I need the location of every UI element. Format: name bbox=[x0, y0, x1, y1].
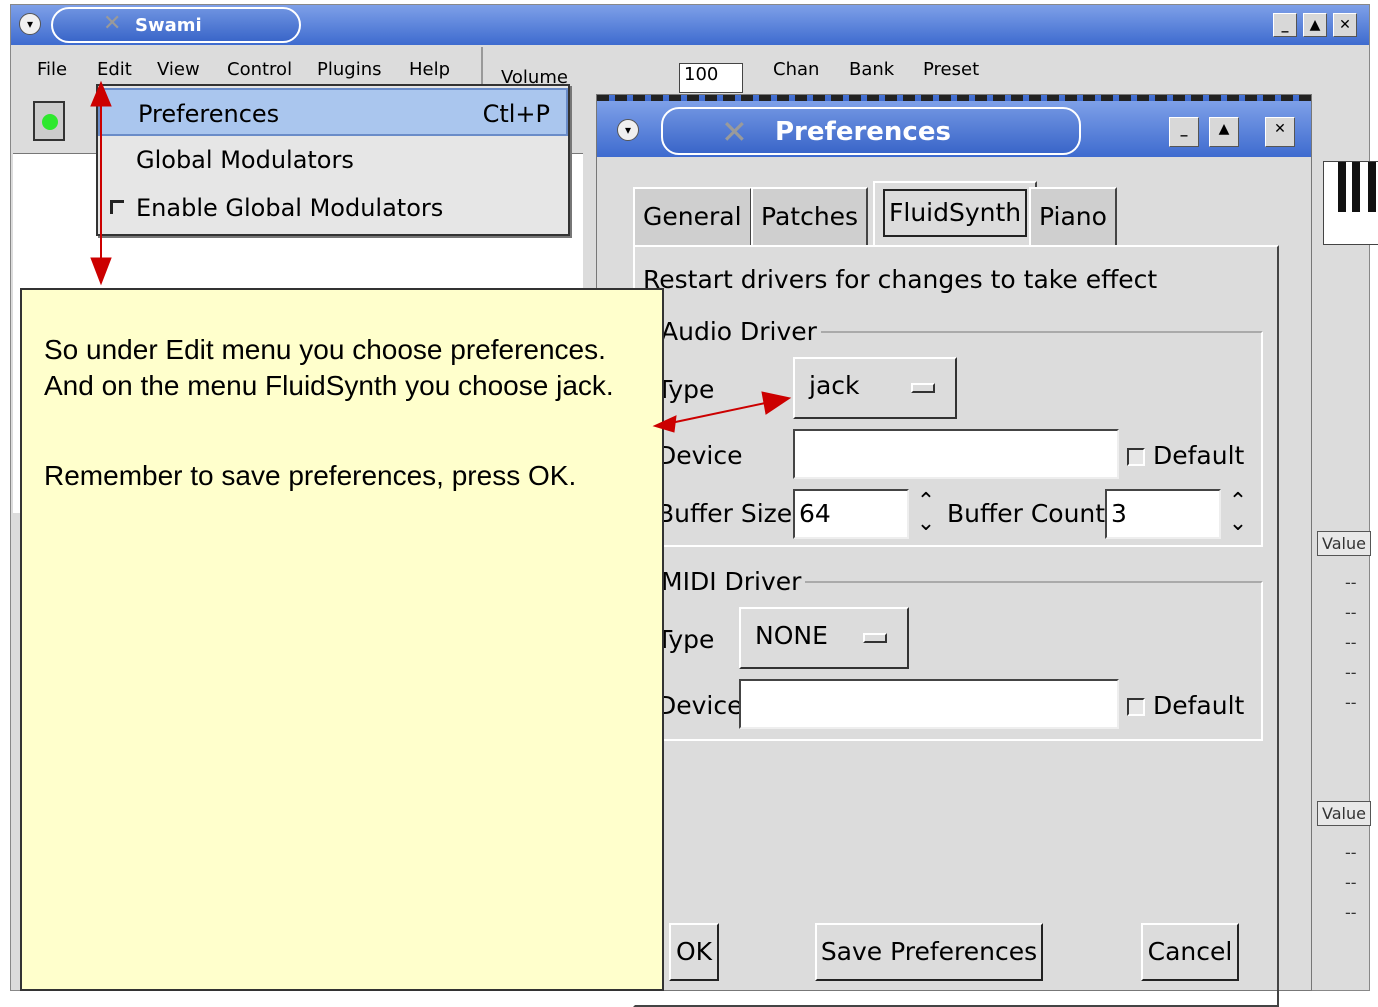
diagonal-double-arrow bbox=[652, 391, 792, 433]
vertical-double-arrow bbox=[90, 80, 112, 286]
annotation-arrows bbox=[90, 80, 792, 433]
